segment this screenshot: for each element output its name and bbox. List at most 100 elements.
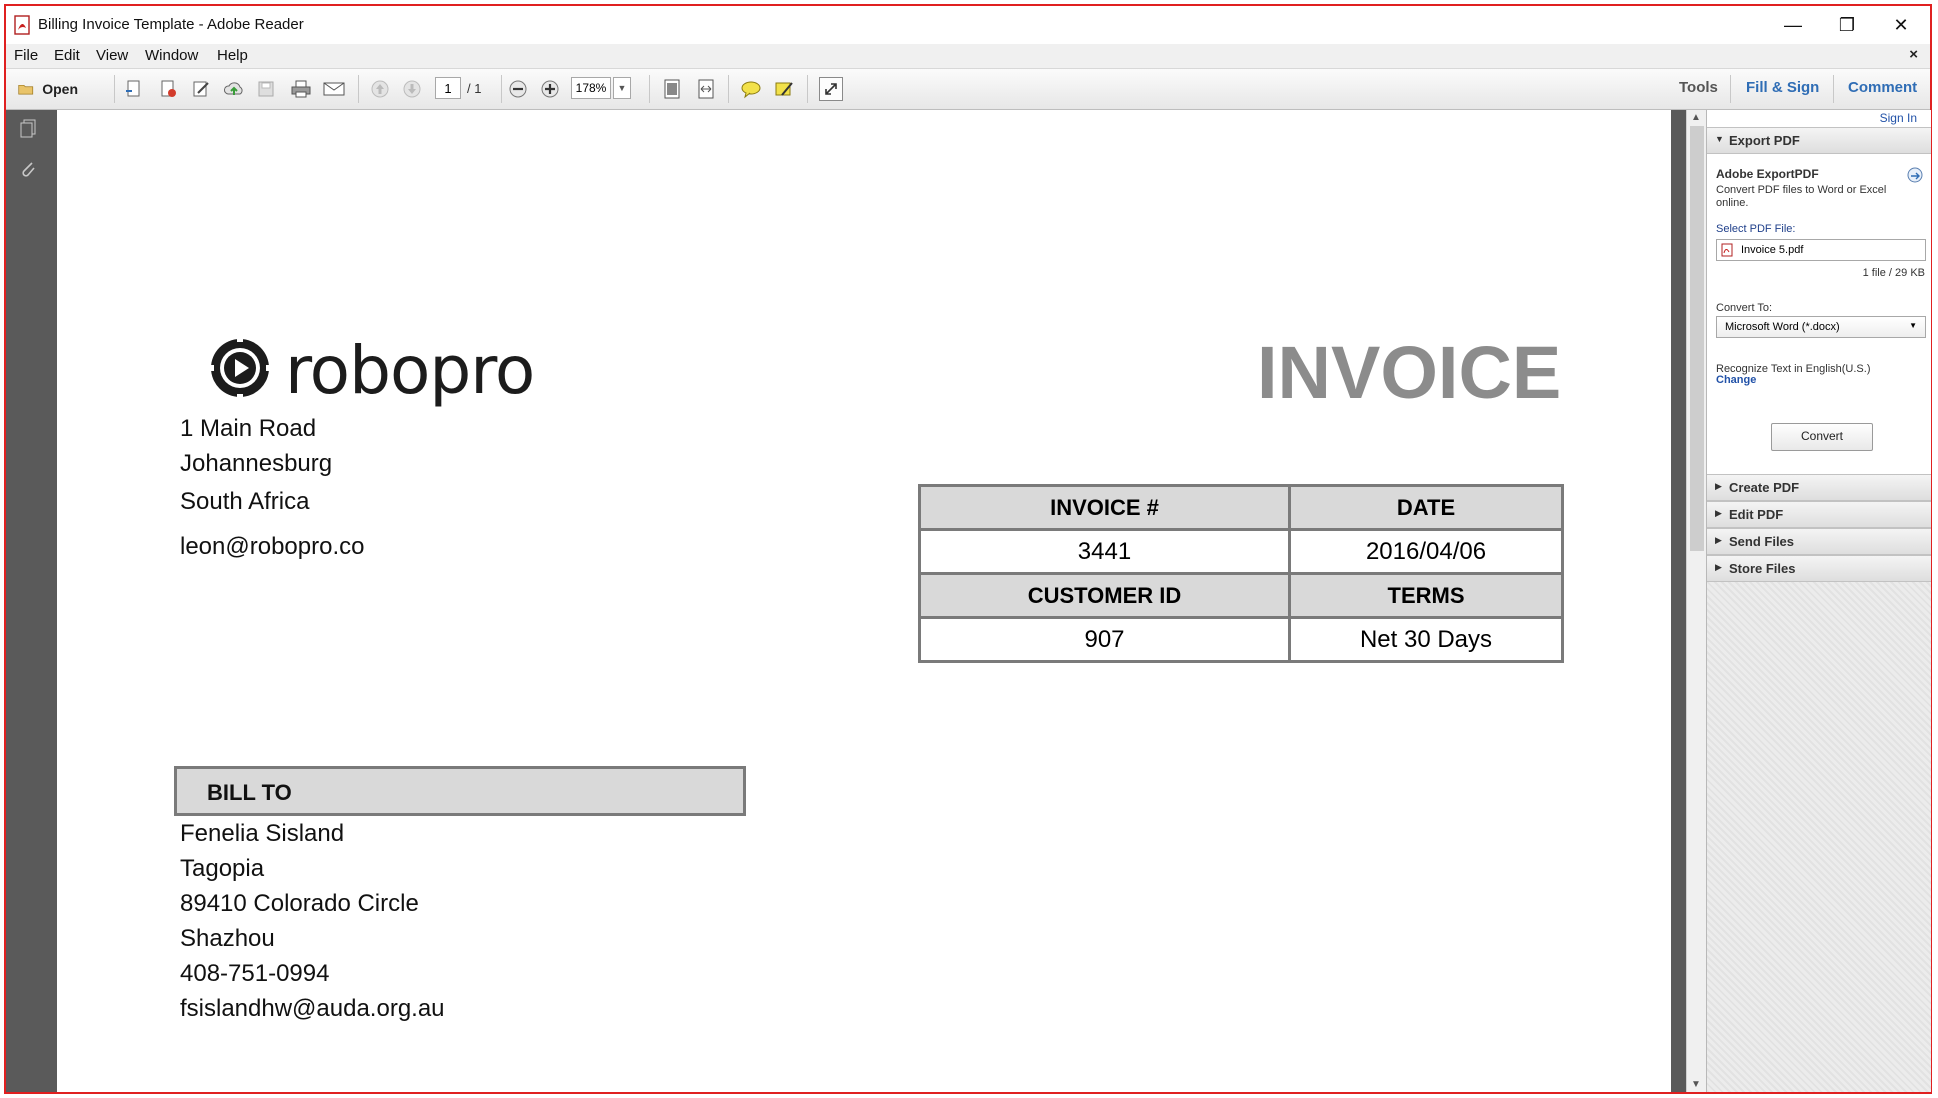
bill-to-label: BILL TO <box>207 780 292 805</box>
page-thumbnails-icon[interactable] <box>17 118 39 140</box>
menu-help[interactable]: Help <box>217 47 248 64</box>
expanded-triangle-icon: ▼ <box>1715 134 1724 144</box>
terms-header: TERMS <box>1288 572 1564 619</box>
bill-to-line: Shazhou <box>180 925 275 952</box>
date-value: 2016/04/06 <box>1288 528 1564 575</box>
export-online-icon[interactable] <box>1907 167 1923 183</box>
invoice-number-value: 3441 <box>918 528 1291 575</box>
folder-icon <box>18 84 34 95</box>
expand-view-icon[interactable] <box>819 77 843 101</box>
page-number-input[interactable]: 1 <box>435 77 461 99</box>
send-files-section-header[interactable]: ▶ Send Files <box>1707 528 1931 555</box>
bill-to-line: Tagopia <box>180 855 265 882</box>
toolbar: Open 1 / 1 178% ▼ Tools Fill & Sign Comm… <box>6 69 1930 110</box>
collapsed-triangle-icon: ▶ <box>1715 481 1722 491</box>
fit-page-icon[interactable] <box>660 77 684 101</box>
menu-window[interactable]: Window <box>145 47 198 64</box>
restore-button[interactable]: ❐ <box>1822 10 1872 40</box>
zoom-dropdown-arrow-icon[interactable]: ▼ <box>613 77 631 99</box>
terms-value: Net 30 Days <box>1288 616 1564 663</box>
bill-to-line: Fenelia Sisland <box>180 820 345 847</box>
window-title: Billing Invoice Template - Adobe Reader <box>38 16 304 33</box>
invoice-title: INVOICE <box>1257 331 1562 414</box>
selected-file-name: Invoice 5.pdf <box>1741 244 1804 256</box>
change-link[interactable]: Change <box>1716 374 1756 387</box>
bill-to-email: fsislandhw@auda.org.au <box>180 995 445 1022</box>
menu-file[interactable]: File <box>14 47 38 64</box>
store-files-label: Store Files <box>1729 561 1796 576</box>
create-pdf-label: Create PDF <box>1729 480 1800 495</box>
bill-to-line: 89410 Colorado Circle <box>180 890 419 917</box>
sticky-note-icon[interactable] <box>739 77 763 101</box>
convert-button[interactable]: Convert <box>1771 423 1873 451</box>
next-page-icon[interactable] <box>400 77 424 101</box>
highlight-text-icon[interactable] <box>772 77 796 101</box>
collapsed-triangle-icon: ▶ <box>1715 562 1722 572</box>
send-files-label: Send Files <box>1729 534 1795 549</box>
app-window: Billing Invoice Template - Adobe Reader … <box>4 4 1932 1094</box>
invoice-details-table: INVOICE # DATE 3441 2016/04/06 CUSTOMER … <box>918 484 1564 663</box>
adobe-exportpdf-title: Adobe ExportPDF <box>1716 167 1819 181</box>
export-pdf-label: Export PDF <box>1729 133 1800 148</box>
bill-to-header: BILL TO <box>174 766 746 816</box>
scroll-up-arrow-icon[interactable]: ▲ <box>1691 112 1701 123</box>
scroll-down-arrow-icon[interactable]: ▼ <box>1691 1079 1701 1090</box>
tools-pane: Sign In ▼ Export PDF Adobe ExportPDF Con… <box>1706 110 1931 1092</box>
tools-tab[interactable]: Tools <box>1679 79 1718 96</box>
company-logo-text: robopro <box>285 332 535 409</box>
create-pdf-section-header[interactable]: ▶ Create PDF <box>1707 474 1931 501</box>
minimize-button[interactable]: — <box>1768 10 1818 40</box>
customer-id-value: 907 <box>918 616 1291 663</box>
sign-document-icon[interactable] <box>189 77 213 101</box>
fill-sign-tab[interactable]: Fill & Sign <box>1746 79 1819 96</box>
menu-bar: File Edit View Window Help × <box>6 44 1930 69</box>
file-info: 1 file / 29 KB <box>1862 267 1925 279</box>
previous-page-icon[interactable] <box>368 77 392 101</box>
pdf-file-icon <box>1721 243 1733 257</box>
pdf-page: robopro INVOICE 1 Main Road Johannesburg… <box>57 110 1671 1092</box>
menu-edit[interactable]: Edit <box>54 47 80 64</box>
create-pdf-icon[interactable] <box>122 77 146 101</box>
selected-file-field[interactable]: Invoice 5.pdf <box>1716 239 1926 261</box>
email-icon[interactable] <box>322 77 346 101</box>
export-pdf-section-header[interactable]: ▼ Export PDF <box>1707 127 1931 154</box>
open-label: Open <box>42 81 78 97</box>
document-viewer[interactable]: robopro INVOICE 1 Main Road Johannesburg… <box>50 110 1686 1092</box>
robopro-logo-icon <box>208 336 272 400</box>
edit-pdf-label: Edit PDF <box>1729 507 1784 522</box>
company-email: leon@robopro.co <box>180 533 365 560</box>
open-button[interactable]: Open <box>18 77 78 101</box>
convert-to-value: Microsoft Word (*.docx) <box>1725 321 1840 333</box>
convert-to-select[interactable]: Microsoft Word (*.docx) ▼ <box>1716 316 1926 338</box>
zoom-out-icon[interactable] <box>506 77 530 101</box>
select-pdf-label: Select PDF File: <box>1716 223 1796 235</box>
save-icon[interactable] <box>254 77 278 101</box>
scrollbar-thumb[interactable] <box>1690 126 1704 551</box>
close-document-button[interactable]: × <box>1909 46 1918 63</box>
menu-view[interactable]: View <box>96 47 128 64</box>
date-header: DATE <box>1288 484 1564 531</box>
zoom-in-icon[interactable] <box>538 77 562 101</box>
company-address-line: South Africa <box>180 488 310 515</box>
edit-pdf-icon[interactable] <box>156 77 180 101</box>
print-icon[interactable] <box>289 77 313 101</box>
fit-width-icon[interactable] <box>694 77 718 101</box>
attachments-icon[interactable] <box>17 158 39 180</box>
customer-id-header: CUSTOMER ID <box>918 572 1291 619</box>
zoom-level-input[interactable]: 178% <box>571 77 611 99</box>
sign-in-link[interactable]: Sign In <box>1880 111 1917 125</box>
comment-tab[interactable]: Comment <box>1848 79 1917 96</box>
bill-to-line: 408-751-0994 <box>180 960 330 987</box>
company-address-line: 1 Main Road <box>180 415 317 442</box>
export-description: Convert PDF files to Word or Excel onlin… <box>1716 184 1887 209</box>
navigation-pane <box>6 110 50 1092</box>
store-files-section-header[interactable]: ▶ Store Files <box>1707 555 1931 582</box>
vertical-scrollbar[interactable]: ▲ ▼ <box>1686 110 1707 1092</box>
collapsed-triangle-icon: ▶ <box>1715 508 1722 518</box>
page-total: / 1 <box>467 81 482 96</box>
dropdown-arrow-icon: ▼ <box>1909 321 1917 330</box>
upload-cloud-icon[interactable] <box>222 77 246 101</box>
edit-pdf-section-header[interactable]: ▶ Edit PDF <box>1707 501 1931 528</box>
close-window-button[interactable]: ✕ <box>1876 10 1926 40</box>
invoice-number-header: INVOICE # <box>918 484 1291 531</box>
